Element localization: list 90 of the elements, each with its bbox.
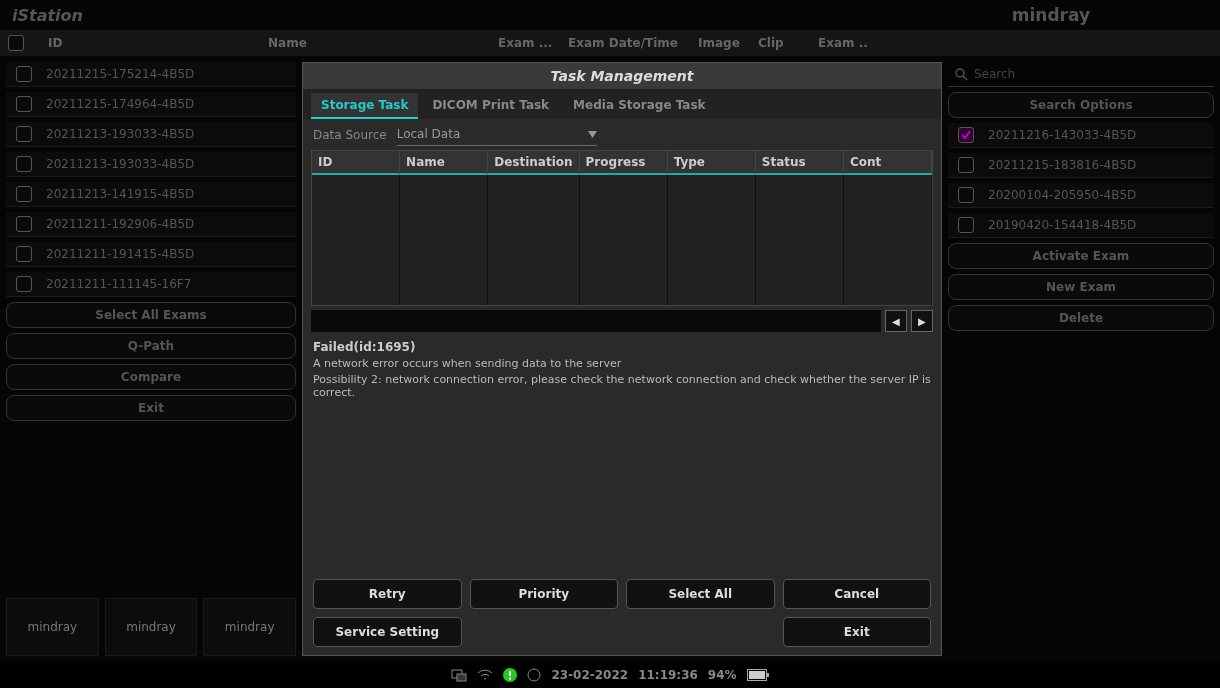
checkbox[interactable] — [958, 157, 974, 173]
checkbox[interactable] — [16, 276, 32, 292]
dialog-button[interactable]: Service Setting — [313, 617, 462, 647]
checkbox[interactable] — [958, 187, 974, 203]
data-source-label: Data Source — [313, 127, 387, 142]
page-button[interactable]: ▶ — [911, 310, 933, 332]
exam-id: 20211213-193033-4B5D — [46, 127, 195, 141]
exam-id: 20211213-193033-4B5D — [46, 157, 195, 171]
exam-button[interactable]: Q-Path — [6, 333, 296, 359]
exam-row[interactable]: 20211216-143033-4B5D — [948, 123, 1214, 148]
dialog-button[interactable]: Priority — [469, 579, 618, 609]
page-button[interactable]: ◀ — [885, 310, 907, 332]
battery-percent: 94% — [707, 668, 737, 682]
exam-row[interactable]: 20211213-193033-4B5D — [6, 152, 296, 177]
error-title: Failed(id:1695) — [313, 340, 417, 354]
exam-row[interactable]: 20211215-183816-4B5D — [948, 153, 1214, 178]
column-header[interactable]: Name — [268, 36, 498, 50]
thumbnail[interactable]: mindray — [203, 598, 296, 656]
dialog-button[interactable]: Select All — [626, 579, 775, 609]
app-title: iStation — [12, 5, 83, 25]
search-options-button[interactable]: Search Options — [948, 92, 1214, 118]
exam-row[interactable]: 20211211-192906-4B5D — [6, 212, 296, 237]
exam-row[interactable]: 20190420-154418-4B5D — [948, 213, 1214, 238]
exam-row[interactable]: 20211213-193033-4B5D — [6, 122, 296, 147]
exam-id: 20211211-111145-16F7 — [46, 277, 192, 291]
checkbox[interactable] — [16, 126, 32, 142]
exam-button[interactable]: Delete — [948, 305, 1214, 331]
tab[interactable]: Storage Task — [311, 93, 419, 119]
exam-button[interactable]: Compare — [6, 364, 296, 390]
thumbnail[interactable]: mindray — [6, 598, 99, 656]
exam-row[interactable]: 20211211-191415-4B5D — [6, 242, 296, 267]
column-header[interactable]: Cont — [843, 151, 932, 175]
checkbox[interactable] — [16, 186, 32, 202]
status-time: 11:19:36 — [638, 668, 698, 682]
dialog-button[interactable]: Retry — [313, 579, 462, 609]
column-header[interactable]: Exam Date/Time — [568, 36, 698, 50]
column-header[interactable]: Exam ... — [498, 36, 568, 50]
exam-id: 20190420-154418-4B5D — [988, 218, 1137, 232]
exam-row[interactable]: 20211215-175214-4B5D — [6, 62, 296, 87]
status-date: 23-02-2022 — [551, 668, 629, 682]
dialog-title: Task Management — [303, 63, 941, 89]
exam-button[interactable]: Activate Exam — [948, 243, 1214, 269]
column-header[interactable]: Clip — [758, 36, 818, 50]
exam-row[interactable]: 20211213-141915-4B5D — [6, 182, 296, 207]
exam-id: 20211215-175214-4B5D — [46, 67, 195, 81]
exam-id: 20211215-174964-4B5D — [46, 97, 195, 111]
checkbox[interactable] — [16, 66, 32, 82]
alert-icon — [503, 668, 518, 682]
column-header[interactable]: Progress — [579, 151, 668, 175]
column-header[interactable]: Type — [667, 151, 756, 175]
exam-id: 20211216-143033-4B5D — [988, 128, 1137, 142]
error-message: Possibility 2: network connection error, please check the network connection and check whether the server IP is correct. — [313, 373, 931, 399]
exam-button[interactable]: Exit — [6, 395, 296, 421]
dialog-button[interactable]: Cancel — [782, 579, 931, 609]
select-all-checkbox[interactable] — [8, 35, 24, 51]
battery-icon — [746, 669, 769, 681]
column-header[interactable]: ID — [48, 36, 268, 50]
checkbox[interactable] — [16, 156, 32, 172]
column-header[interactable]: ID — [312, 151, 401, 175]
error-message: A network error occurs when sending data to the server — [313, 357, 623, 370]
exam-button[interactable]: Select All Exams — [6, 302, 296, 328]
column-header[interactable]: Image — [698, 36, 758, 50]
exam-id: 20211213-141915-4B5D — [46, 187, 195, 201]
clock-icon — [527, 668, 542, 682]
network-icon — [451, 668, 468, 682]
exam-button[interactable]: New Exam — [948, 274, 1214, 300]
brand-logo: mindray — [1011, 5, 1090, 25]
checkbox[interactable] — [16, 96, 32, 112]
exam-id: 20211211-191415-4B5D — [46, 247, 195, 261]
column-header[interactable]: Exam .. — [818, 36, 898, 50]
exam-row[interactable]: 20211211-111145-16F7 — [6, 272, 296, 297]
thumbnail[interactable]: mindray — [104, 598, 198, 656]
exam-id: 20200104-205950-4B5D — [988, 188, 1137, 202]
checkbox[interactable] — [958, 127, 974, 143]
checkbox[interactable] — [16, 216, 32, 232]
exam-id: 20211215-183816-4B5D — [988, 158, 1137, 172]
search-field[interactable]: Search — [948, 62, 1214, 87]
checkbox[interactable] — [958, 217, 974, 233]
caret-icon — [587, 130, 597, 138]
checkbox[interactable] — [16, 246, 32, 262]
exam-id: 20211211-192906-4B5D — [46, 217, 195, 231]
data-source-dropdown[interactable]: Local Data — [396, 123, 597, 146]
column-header[interactable]: Name — [400, 151, 489, 175]
wifi-icon — [477, 668, 494, 682]
column-header[interactable]: Status — [755, 151, 844, 175]
column-header[interactable]: Destination — [488, 151, 580, 175]
exam-row[interactable]: 20211215-174964-4B5D — [6, 92, 296, 117]
search-icon — [954, 67, 968, 81]
exam-row[interactable]: 20200104-205950-4B5D — [948, 183, 1214, 208]
dialog-button[interactable]: Exit — [782, 617, 931, 647]
